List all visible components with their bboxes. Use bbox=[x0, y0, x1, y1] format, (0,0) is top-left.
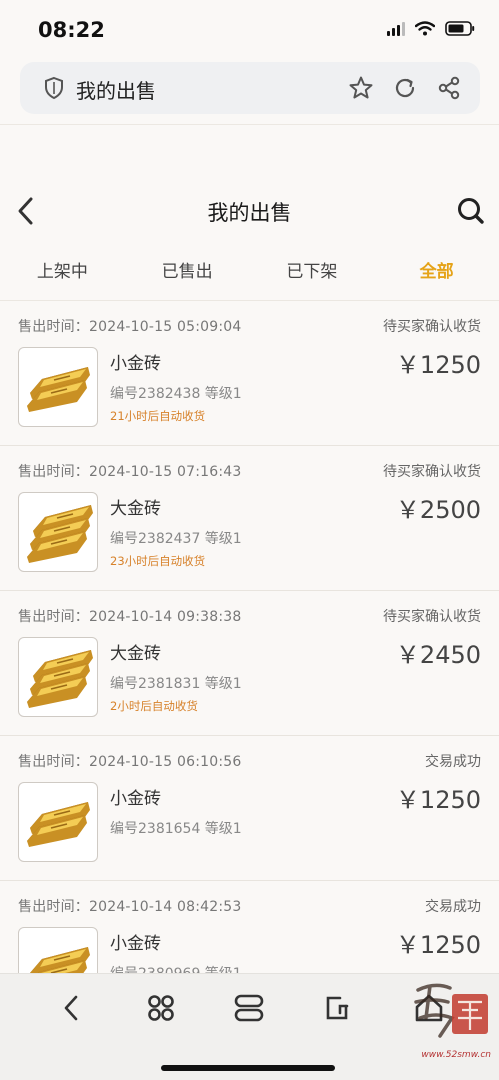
order-status: 待买家确认收货 bbox=[383, 464, 481, 480]
order-list: 售出时间：2024-10-15 05:09:04 待买家确认收货 小金砖 编号2… bbox=[0, 301, 499, 973]
sale-time: 售出时间：2024-10-14 09:38:38 bbox=[18, 609, 242, 625]
gold-bar-thumbnail bbox=[18, 782, 98, 862]
gold-bar-icon bbox=[27, 505, 93, 563]
bookmark-icon bbox=[326, 996, 349, 1020]
signal-icon bbox=[387, 21, 405, 36]
refresh-icon[interactable] bbox=[392, 75, 418, 101]
item-name: 大金砖 bbox=[110, 499, 161, 519]
chevron-left-icon bbox=[64, 995, 78, 1021]
order-card[interactable]: 售出时间：2024-10-15 05:09:04 待买家确认收货 小金砖 编号2… bbox=[0, 301, 499, 446]
tab-delisted[interactable]: 已下架 bbox=[250, 254, 375, 290]
order-card[interactable]: 售出时间：2024-10-14 08:42:53 交易成功 小金砖 编号2380… bbox=[0, 881, 499, 973]
gold-bar-thumbnail bbox=[18, 927, 98, 973]
gold-bar-thumbnail bbox=[18, 347, 98, 427]
order-card[interactable]: 售出时间：2024-10-15 06:10:56 交易成功 小金砖 编号2381… bbox=[0, 736, 499, 881]
order-status: 交易成功 bbox=[425, 754, 481, 770]
sale-time: 售出时间：2024-10-14 08:42:53 bbox=[18, 899, 242, 915]
seal-logo-icon bbox=[414, 983, 488, 1038]
status-icons bbox=[387, 21, 475, 36]
item-price: ￥1250 bbox=[395, 786, 481, 814]
sale-time: 售出时间：2024-10-15 05:09:04 bbox=[18, 319, 242, 335]
tab-sold[interactable]: 已售出 bbox=[125, 254, 250, 290]
tab-all[interactable]: 全部 bbox=[374, 254, 499, 290]
bookmark-button[interactable] bbox=[320, 990, 356, 1026]
browser-url-bar[interactable]: 我的出售 bbox=[20, 62, 480, 114]
item-meta: 编号2382437 等级1 bbox=[110, 531, 242, 547]
tabs-button[interactable] bbox=[231, 990, 267, 1026]
top-divider bbox=[0, 124, 499, 125]
item-meta: 编号2381654 等级1 bbox=[110, 821, 242, 837]
sale-time: 售出时间：2024-10-15 06:10:56 bbox=[18, 754, 242, 770]
item-price: ￥2450 bbox=[395, 641, 481, 669]
apps-button[interactable] bbox=[143, 990, 179, 1026]
auto-receive-note: 2小时后自动收货 bbox=[110, 699, 198, 713]
site-watermark: www.52smw.cn bbox=[400, 972, 499, 1080]
status-bar: 08:22 bbox=[0, 0, 499, 60]
status-time: 08:22 bbox=[38, 18, 105, 42]
tabs-icon bbox=[234, 994, 264, 1022]
url-title: 我的出售 bbox=[76, 79, 156, 103]
page-title: 我的出售 bbox=[207, 201, 292, 225]
item-price: ￥2500 bbox=[395, 496, 481, 524]
item-name: 小金砖 bbox=[110, 934, 161, 954]
app-header: 我的出售 bbox=[0, 186, 499, 236]
status-tabs: 上架中 已售出 已下架 全部 bbox=[0, 254, 499, 290]
watermark-text: www.52smw.cn bbox=[421, 1050, 491, 1060]
gold-bar-icon bbox=[30, 947, 90, 973]
share-icon[interactable] bbox=[436, 75, 462, 101]
back-nav-button[interactable] bbox=[54, 990, 90, 1026]
gold-bar-icon bbox=[27, 802, 90, 847]
auto-receive-note: 21小时后自动收货 bbox=[110, 409, 206, 423]
gold-bar-icon bbox=[27, 650, 93, 708]
shield-icon bbox=[45, 76, 63, 100]
item-name: 小金砖 bbox=[110, 354, 161, 374]
item-name: 大金砖 bbox=[110, 644, 161, 664]
item-meta: 编号2380969 等级1 bbox=[110, 963, 242, 973]
wifi-icon bbox=[415, 21, 435, 36]
search-button[interactable] bbox=[455, 194, 487, 228]
star-icon[interactable] bbox=[348, 75, 374, 101]
order-status: 待买家确认收货 bbox=[383, 319, 481, 335]
item-price: ￥1250 bbox=[395, 931, 481, 959]
sale-time: 售出时间：2024-10-15 07:16:43 bbox=[18, 464, 242, 480]
order-card[interactable]: 售出时间：2024-10-14 09:38:38 待买家确认收货 大金砖 编号2… bbox=[0, 591, 499, 736]
tab-on-sale[interactable]: 上架中 bbox=[0, 254, 125, 290]
order-status: 交易成功 bbox=[425, 899, 481, 915]
home-indicator bbox=[161, 1065, 335, 1071]
gold-bar-icon bbox=[27, 367, 90, 412]
item-meta: 编号2381831 等级1 bbox=[110, 676, 242, 692]
apps-icon bbox=[148, 995, 174, 1021]
item-price: ￥1250 bbox=[395, 351, 481, 379]
auto-receive-note: 23小时后自动收货 bbox=[110, 554, 206, 568]
order-status: 待买家确认收货 bbox=[383, 609, 481, 625]
item-name: 小金砖 bbox=[110, 789, 161, 809]
order-card[interactable]: 售出时间：2024-10-15 07:16:43 待买家确认收货 大金砖 编号2… bbox=[0, 446, 499, 591]
search-icon bbox=[458, 198, 484, 224]
item-meta: 编号2382438 等级1 bbox=[110, 386, 242, 402]
gold-bar-thumbnail bbox=[18, 637, 98, 717]
battery-icon bbox=[445, 21, 475, 36]
gold-bar-thumbnail bbox=[18, 492, 98, 572]
